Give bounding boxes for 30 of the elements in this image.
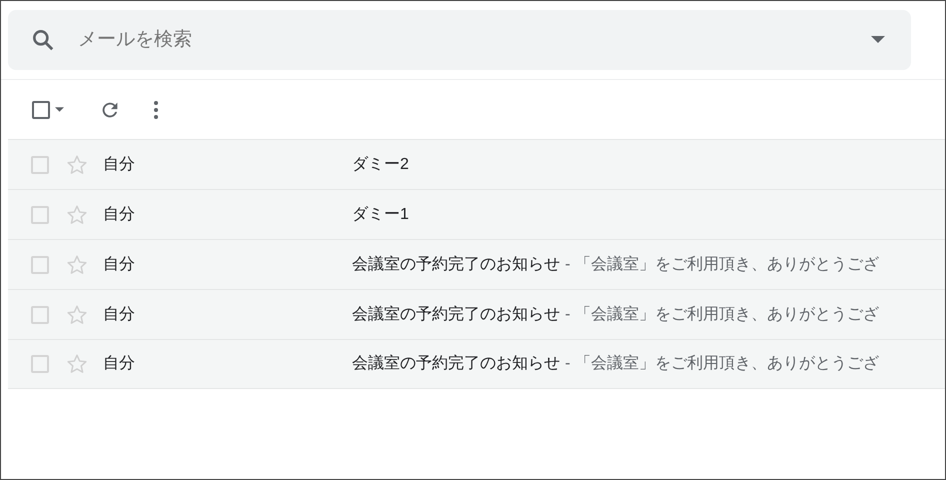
subject-text: ダミー1	[352, 204, 409, 224]
caret-icon[interactable]	[871, 36, 885, 44]
sender-name: 自分	[103, 154, 136, 174]
search-icon[interactable]	[30, 27, 56, 53]
message-row[interactable]: 自分 会議室の予約完了のお知らせ - 「会議室」をご利用頂き、ありがとうござ	[8, 289, 945, 339]
star-icon[interactable]	[66, 304, 88, 326]
sender-name: 自分	[103, 354, 136, 374]
subject-text: 会議室の予約完了のお知らせ	[352, 254, 560, 274]
message-row[interactable]: 自分 会議室の予約完了のお知らせ - 「会議室」をご利用頂き、ありがとうござ	[8, 239, 945, 289]
snippet-text: - 「会議室」をご利用頂き、ありがとうござ	[565, 304, 879, 324]
sender-name: 自分	[103, 254, 136, 274]
more-icon[interactable]	[153, 100, 159, 120]
star-icon[interactable]	[66, 353, 88, 375]
search-field[interactable]: メールを検索	[78, 26, 871, 54]
subject-text: ダミー2	[352, 154, 409, 174]
message-row[interactable]: 自分 会議室の予約完了のお知らせ - 「会議室」をご利用頂き、ありがとうござ	[8, 339, 945, 389]
sender-name: 自分	[103, 204, 136, 224]
snippet-text: - 「会議室」をご利用頂き、ありがとうござ	[565, 254, 879, 274]
subject-text: 会議室の予約完了のお知らせ	[352, 354, 560, 374]
message-row[interactable]: 自分 ダミー2	[8, 139, 945, 189]
star-icon[interactable]	[66, 154, 88, 176]
star-icon[interactable]	[66, 254, 88, 276]
checkbox[interactable]	[32, 100, 50, 118]
caret-icon[interactable]	[55, 107, 64, 112]
subject-text: 会議室の予約完了のお知らせ	[352, 304, 560, 324]
snippet-text: - 「会議室」をご利用頂き、ありがとうござ	[565, 354, 879, 374]
star-icon[interactable]	[66, 204, 88, 226]
sender-name: 自分	[103, 304, 136, 324]
search-bar[interactable]: メールを検索	[8, 10, 911, 70]
message-row[interactable]: 自分 ダミー1	[8, 189, 945, 239]
